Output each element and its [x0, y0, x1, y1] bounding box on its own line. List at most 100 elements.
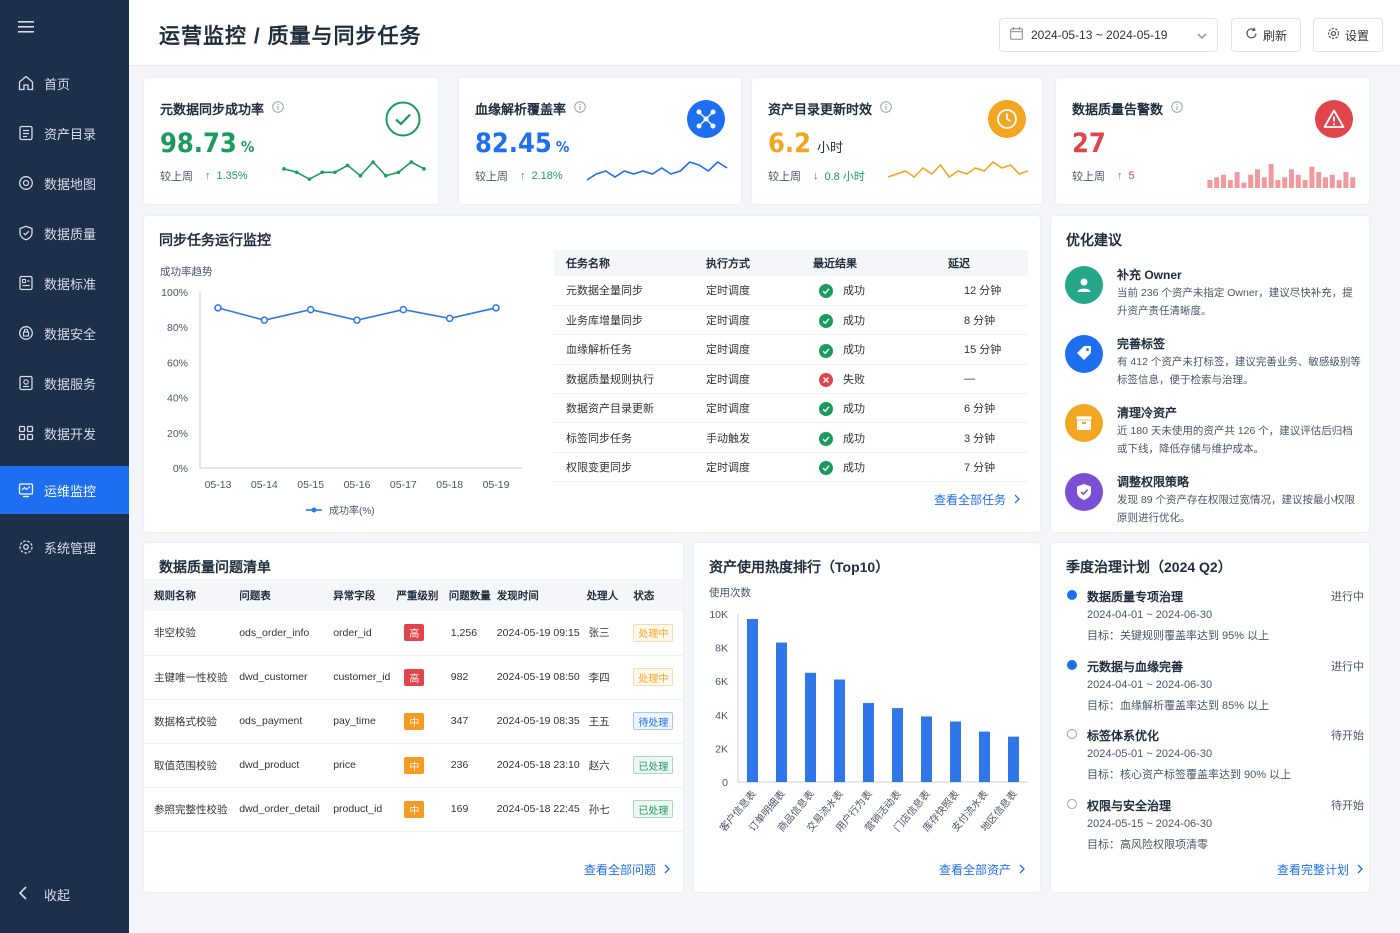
- task-result-label: 成功: [843, 403, 865, 416]
- table-row[interactable]: 元数据全量同步 定时调度 成功 12 分钟: [554, 276, 1028, 306]
- y-tick-label: 2K: [715, 743, 728, 755]
- refresh-label: 刷新: [1262, 28, 1287, 43]
- severity-badge: 中: [404, 800, 425, 818]
- bar[interactable]: [747, 619, 758, 782]
- bar[interactable]: [979, 731, 990, 782]
- data-point[interactable]: [306, 305, 315, 314]
- table-row[interactable]: 非空校验 ods_order_info order_id 高 1,256 202…: [144, 611, 683, 656]
- sidebar-item-0[interactable]: 首页: [0, 66, 129, 100]
- date-range-picker[interactable]: 2024-05-13 ~ 2024-05-19: [999, 18, 1218, 52]
- sidebar-item-8[interactable]: 运维监控: [0, 466, 129, 514]
- spark-point: [422, 167, 426, 171]
- spark-bar: [1289, 169, 1294, 188]
- view-all-assets-link[interactable]: 查看全部资产: [939, 861, 1025, 878]
- sidebar-item-label: 运维监控: [44, 483, 97, 499]
- bar[interactable]: [776, 642, 787, 782]
- bar[interactable]: [892, 708, 903, 782]
- suggestion-item[interactable]: 完善标签 有 412 个资产未打标签，建议完善业务、敏感级别等标签信息，便于检索…: [1065, 335, 1365, 397]
- plan-item[interactable]: 元数据与血缘完善 进行中 2024-04-01 ~ 2024-06-30 目标：…: [1067, 658, 1367, 718]
- plan-item[interactable]: 权限与安全治理 待开始 2024-05-15 ~ 2024-06-30 目标：高…: [1067, 797, 1367, 857]
- severity-badge: 中: [404, 756, 425, 774]
- table-row[interactable]: 数据格式校验 ods_payment pay_time 中 347 2024-0…: [144, 699, 683, 744]
- kpi-compare: 较上周 ↑ 1.35%: [160, 168, 248, 184]
- sidebar-item-6[interactable]: 数据服务: [0, 366, 129, 400]
- view-all-tasks-label: 查看全部任务: [934, 493, 1007, 507]
- info-icon[interactable]: [1171, 101, 1183, 116]
- sidebar-item-label: 数据地图: [44, 176, 97, 192]
- active-dot-icon: [1067, 659, 1077, 670]
- dq-owner: 李四: [580, 655, 628, 700]
- status-badge: 待处理: [633, 712, 674, 730]
- view-full-plan-link[interactable]: 查看完整计划: [1277, 861, 1363, 878]
- view-all-assets-label: 查看全部资产: [939, 863, 1012, 877]
- sidebar-item-4[interactable]: 数据标准: [0, 266, 129, 300]
- kpi-card-2: 资产目录更新时效 6.2 小时 较上周 ↓ 0.8 小时: [751, 77, 1043, 205]
- bar[interactable]: [1008, 736, 1019, 782]
- table-row[interactable]: 参照完整性校验 dwd_order_detail product_id 中 16…: [144, 787, 683, 832]
- table-row[interactable]: 数据资产目录更新 定时调度 成功 6 分钟: [554, 393, 1028, 424]
- data-point[interactable]: [492, 304, 500, 312]
- arrow-up-icon: ↑: [205, 170, 211, 182]
- data-point[interactable]: [399, 305, 408, 314]
- spark-bar: [1214, 177, 1220, 188]
- sidebar-item-7[interactable]: 数据开发: [0, 416, 129, 450]
- suggestion-item[interactable]: 清理冷资产 近 180 天未使用的资产共 126 个，建议评估后归档或下线，降低…: [1065, 404, 1365, 466]
- kpi-sparkline: [887, 160, 1029, 179]
- table-row[interactable]: 数据质量规则执行 定时调度 失败 —: [554, 364, 1028, 395]
- table-header-cell: 发现时间: [490, 579, 581, 611]
- table-header-cell: 状态: [627, 579, 683, 611]
- table-row[interactable]: 标签同步任务 手动触发 成功 3 分钟: [554, 422, 1028, 453]
- dq-table-name: ods_payment: [233, 699, 328, 744]
- data-point[interactable]: [260, 316, 269, 324]
- sidebar-item-label: 数据安全: [44, 326, 97, 342]
- plan-item[interactable]: 数据质量专项治理 进行中 2024-04-01 ~ 2024-06-30 目标：…: [1067, 588, 1367, 648]
- bar[interactable]: [921, 716, 932, 782]
- suggestion-title: 清理冷资产: [1117, 406, 1178, 420]
- info-icon[interactable]: [880, 101, 892, 116]
- table-row[interactable]: 业务库增量同步 定时调度 成功 8 分钟: [554, 305, 1028, 336]
- chevron-right-icon: [1357, 863, 1363, 877]
- sidebar-item-9[interactable]: 系统管理: [0, 530, 129, 564]
- info-icon[interactable]: [272, 101, 284, 116]
- data-point[interactable]: [353, 316, 361, 324]
- data-point[interactable]: [214, 304, 222, 312]
- sidebar-item-5[interactable]: 数据安全: [0, 316, 129, 350]
- spark-bar: [1350, 177, 1356, 188]
- view-all-tasks-link[interactable]: 查看全部任务: [934, 491, 1020, 508]
- kpi-delta: 0.8 小时: [824, 171, 865, 183]
- spark-bar: [1282, 177, 1288, 188]
- settings-button[interactable]: 设置: [1313, 18, 1383, 52]
- refresh-button[interactable]: 刷新: [1231, 18, 1301, 52]
- kpi-unit: 小时: [817, 141, 844, 156]
- info-icon[interactable]: [574, 101, 586, 116]
- bar[interactable]: [863, 703, 874, 782]
- sidebar-collapse-button[interactable]: 收起: [0, 877, 129, 911]
- plan-item[interactable]: 标签体系优化 待开始 2024-05-01 ~ 2024-06-30 目标：核心…: [1067, 727, 1367, 787]
- dq-table-name: dwd_order_detail: [233, 787, 328, 832]
- kpi-delta: 5: [1128, 170, 1135, 182]
- dq-time: 2024-05-19 08:35: [490, 699, 581, 744]
- task-name: 元数据全量同步: [554, 276, 694, 306]
- sidebar-item-1[interactable]: 资产目录: [0, 116, 129, 150]
- suggestion-item[interactable]: 补充 Owner 当前 236 个资产未指定 Owner，建议尽快补充，提升资产…: [1065, 266, 1365, 328]
- task-mode: 定时调度: [694, 452, 801, 483]
- table-row[interactable]: 血缘解析任务 定时调度 成功 15 分钟: [554, 334, 1028, 365]
- view-all-issues-link[interactable]: 查看全部问题: [584, 861, 670, 878]
- suggestion-item[interactable]: 调整权限策略 发现 89 个资产存在权限过宽情况，建议按最小权限原则进行优化。: [1065, 473, 1365, 535]
- table-row[interactable]: 权限变更同步 定时调度 成功 7 分钟: [554, 452, 1028, 483]
- menu-icon[interactable]: [18, 20, 34, 39]
- sidebar-item-2[interactable]: 数据地图: [0, 166, 129, 200]
- bar[interactable]: [805, 672, 816, 782]
- kpi-value-number: 27: [1072, 128, 1106, 159]
- data-point[interactable]: [445, 314, 454, 323]
- sidebar-item-3[interactable]: 数据质量: [0, 216, 129, 250]
- kpi-delta: 2.18%: [531, 170, 563, 182]
- table-row[interactable]: 主键唯一性校验 dwd_customer customer_id 高 982 2…: [144, 655, 683, 700]
- y-tick-label: 40%: [167, 393, 188, 405]
- dq-issues-table: 规则名称 问题表 异常字段 严重级别 问题数量 发现时间 处理人 状态 非空校验 ods_or…: [144, 579, 683, 832]
- bar[interactable]: [950, 721, 961, 782]
- spark-point: [320, 170, 324, 175]
- table-row[interactable]: 取值范围校验 dwd_product price 中 236 2024-05-1…: [144, 743, 683, 788]
- bar[interactable]: [834, 679, 845, 782]
- view-full-plan-label: 查看完整计划: [1277, 863, 1350, 877]
